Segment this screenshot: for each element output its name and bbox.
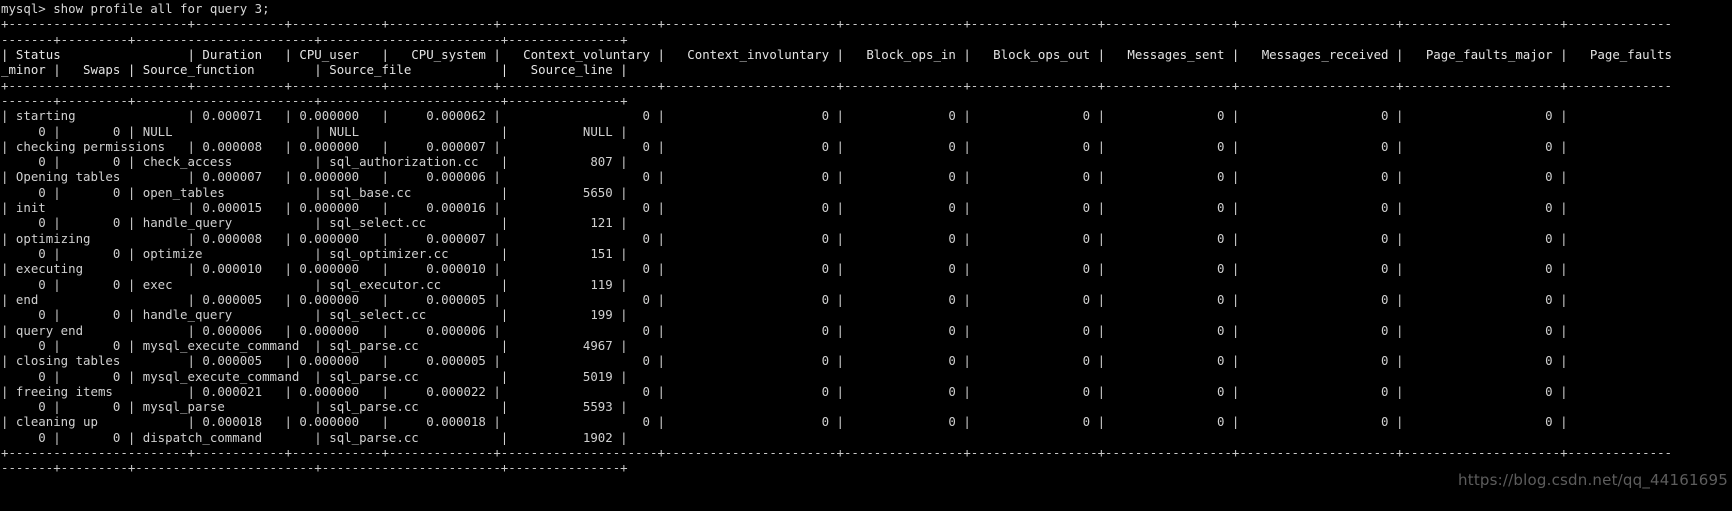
table-header-0: | Status | Duration | CPU_user | CPU_sys… <box>1 46 1672 62</box>
table-row-3-line-1: 0 | 0 | handle_query | sql_select.cc | 1… <box>1 215 628 231</box>
table-rule-bottom-0: +------------------------+------------+-… <box>1 445 1672 461</box>
table-row-1-line-1: 0 | 0 | check_access | sql_authorization… <box>1 154 628 170</box>
command-line: mysql> show profile all for query 3; <box>1 1 270 16</box>
table-rule-top-0: +------------------------+------------+-… <box>1 16 1672 32</box>
table-row-4-line-1: 0 | 0 | optimize | sql_optimizer.cc | 15… <box>1 246 628 261</box>
table-rule-bottom-1: -------+---------+----------------------… <box>1 460 628 476</box>
table-row-10-line-1: 0 | 0 | dispatch_command | sql_parse.cc … <box>1 429 628 445</box>
table-row-0-line-1: 0 | 0 | NULL | NULL | NULL | <box>1 123 628 139</box>
table-row-1-line-0: | checking permissions | 0.000008 | 0.00… <box>1 138 1672 154</box>
table-row-10-line-0: | cleaning up | 0.000018 | 0.000000 | 0.… <box>1 414 1672 430</box>
table-row-7-line-0: | query end | 0.000006 | 0.000000 | 0.00… <box>1 322 1672 338</box>
table-row-2-line-1: 0 | 0 | open_tables | sql_base.cc | 5650… <box>1 184 628 200</box>
table-row-3-line-0: | init | 0.000015 | 0.000000 | 0.000016 … <box>1 200 1672 216</box>
table-rule-header-1: -------+---------+----------------------… <box>1 92 628 108</box>
table-row-8-line-1: 0 | 0 | mysql_execute_command | sql_pars… <box>1 368 628 384</box>
table-row-5-line-0: | executing | 0.000010 | 0.000000 | 0.00… <box>1 261 1672 277</box>
table-row-9-line-0: | freeing items | 0.000021 | 0.000000 | … <box>1 383 1672 399</box>
table-row-0-line-0: | starting | 0.000071 | 0.000000 | 0.000… <box>1 108 1672 124</box>
table-row-7-line-1: 0 | 0 | mysql_execute_command | sql_pars… <box>1 337 628 353</box>
table-row-8-line-0: | closing tables | 0.000005 | 0.000000 |… <box>1 353 1672 369</box>
table-header-1: _minor | Swaps | Source_function | Sourc… <box>1 62 628 78</box>
table-rule-header-0: +------------------------+------------+-… <box>1 77 1672 93</box>
table-row-6-line-0: | end | 0.000005 | 0.000000 | 0.000005 |… <box>1 291 1672 307</box>
table-row-6-line-1: 0 | 0 | handle_query | sql_select.cc | 1… <box>1 307 628 323</box>
table-row-2-line-0: | Opening tables | 0.000007 | 0.000000 |… <box>1 169 1672 185</box>
table-row-9-line-1: 0 | 0 | mysql_parse | sql_parse.cc | 559… <box>1 399 628 415</box>
table-row-5-line-1: 0 | 0 | exec | sql_executor.cc | 119 | <box>1 276 628 292</box>
table-row-4-line-0: | optimizing | 0.000008 | 0.000000 | 0.0… <box>1 230 1672 246</box>
table-rule-top-1: -------+---------+----------------------… <box>1 31 628 47</box>
terminal-screen: mysql> show profile all for query 3; +---… <box>1 1 1732 476</box>
terminal-window[interactable]: mysql> show profile all for query 3; +---… <box>0 0 1732 511</box>
